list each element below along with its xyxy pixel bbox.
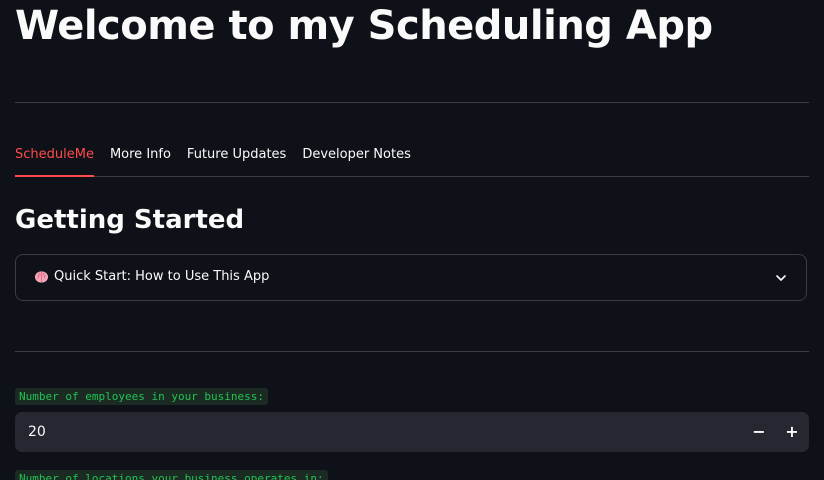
- tab-developer-notes[interactable]: Developer Notes: [302, 146, 411, 176]
- tab-bar: ScheduleMe More Info Future Updates Deve…: [15, 146, 809, 177]
- tab-more-info[interactable]: More Info: [110, 146, 171, 176]
- employees-value[interactable]: 20: [28, 424, 46, 440]
- employees-number-input[interactable]: 20 − +: [15, 412, 809, 452]
- section-divider: [15, 351, 809, 352]
- tab-future-updates[interactable]: Future Updates: [187, 146, 286, 176]
- quick-start-expander[interactable]: Quick Start: How to Use This App: [15, 254, 807, 301]
- app-root: Welcome to my Scheduling App ScheduleMe …: [0, 0, 824, 480]
- chevron-down-icon: [776, 275, 786, 281]
- title-divider: [15, 102, 809, 103]
- expander-label: Quick Start: How to Use This App: [54, 269, 270, 284]
- section-heading: Getting Started: [15, 205, 245, 235]
- decrement-button[interactable]: −: [747, 420, 771, 444]
- brain-icon: [34, 271, 49, 283]
- employees-label: Number of employees in your business:: [15, 388, 269, 405]
- increment-button[interactable]: +: [780, 420, 804, 444]
- locations-label: Number of locations your business operat…: [15, 470, 328, 480]
- page-title: Welcome to my Scheduling App: [15, 3, 713, 49]
- tab-scheduleme[interactable]: ScheduleMe: [15, 146, 94, 177]
